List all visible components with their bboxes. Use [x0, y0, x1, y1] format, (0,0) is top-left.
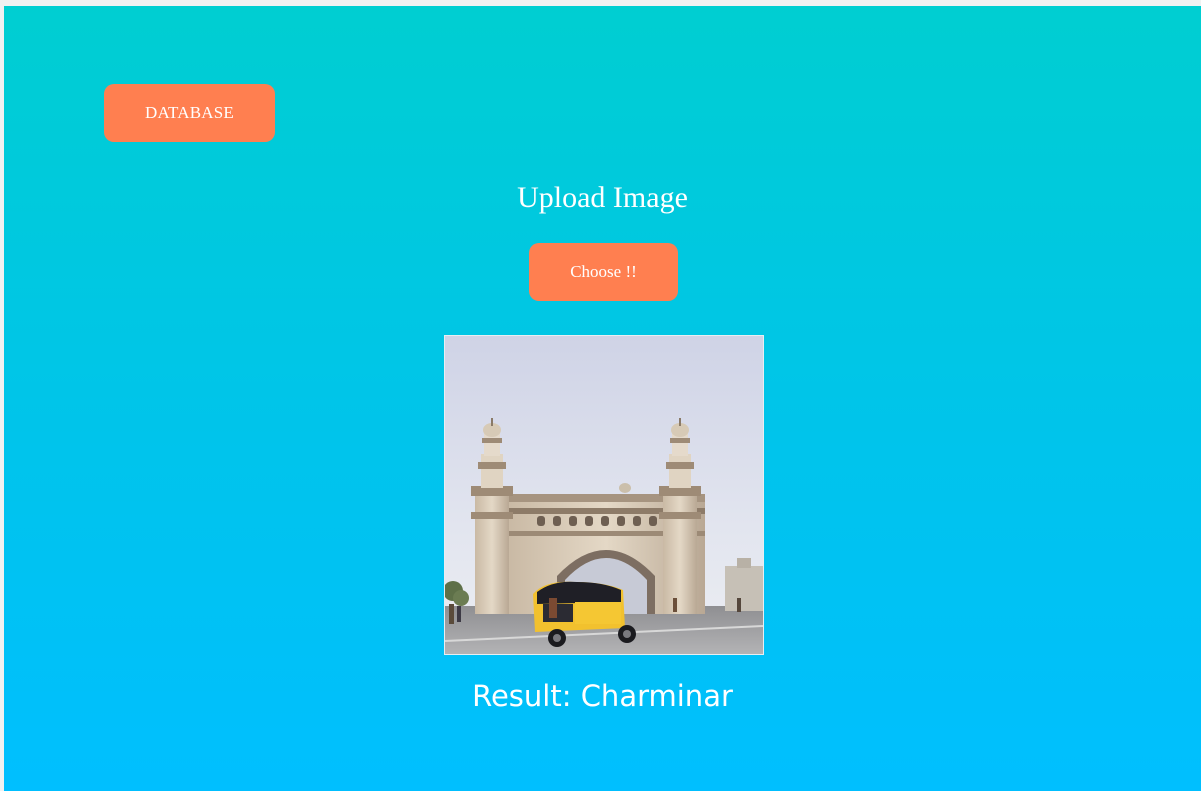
uploaded-image	[444, 335, 764, 655]
choose-button-label: Choose !!	[570, 262, 637, 281]
upload-title: Upload Image	[517, 181, 688, 214]
page-container: DATABASE Upload Image Choose !! Result: …	[4, 6, 1201, 791]
charminar-photo	[445, 336, 763, 654]
choose-file-button[interactable]: Choose !!	[529, 243, 678, 301]
database-button[interactable]: DATABASE	[104, 84, 275, 142]
result-label: Result: Charminar	[472, 679, 733, 713]
database-button-label: DATABASE	[144, 103, 235, 122]
